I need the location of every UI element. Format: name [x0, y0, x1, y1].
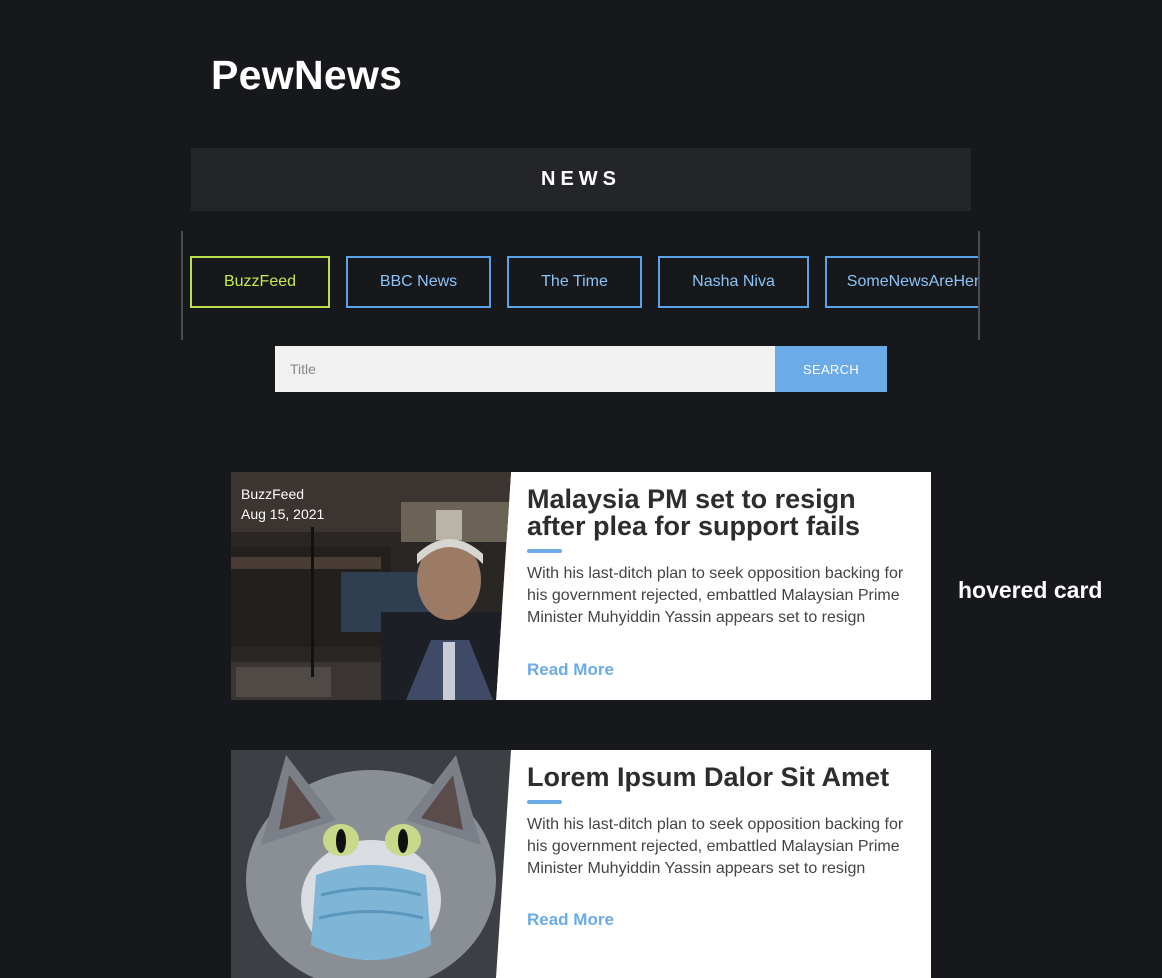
source-carousel[interactable]: BuzzFeed BBC News The Time Nasha Niva So… [181, 231, 980, 340]
news-card-image [231, 750, 511, 978]
news-card-summary: With his last-ditch plan to seek opposit… [527, 565, 904, 626]
news-card-title[interactable]: Malaysia PM set to resign after plea for… [527, 486, 917, 540]
news-card-date: Aug 15, 2021 [241, 506, 325, 522]
cat-with-mask-photo [231, 750, 511, 978]
news-card-title[interactable]: Lorem Ipsum Dalor Sit Amet [527, 764, 917, 791]
news-card[interactable]: Lorem Ipsum Dalor Sit Amet With his last… [231, 750, 931, 978]
news-card-image: BuzzFeed Aug 15, 2021 [231, 472, 511, 700]
hover-annotation: hovered card [958, 577, 1103, 603]
news-card-meta: BuzzFeed Aug 15, 2021 [241, 484, 324, 524]
search-bar: SEARCH [275, 346, 887, 392]
source-tab-the-time[interactable]: The Time [507, 256, 642, 308]
source-tab-nasha-niva[interactable]: Nasha Niva [658, 256, 809, 308]
title-underline [527, 549, 562, 553]
news-card-body: Malaysia PM set to resign after plea for… [527, 486, 917, 629]
news-card-source: BuzzFeed [241, 486, 305, 502]
site-logo[interactable]: PewNews [211, 52, 402, 99]
source-tab-somenewsarehere[interactable]: SomeNewsAreHere [825, 256, 978, 308]
news-card[interactable]: BuzzFeed Aug 15, 2021 Malaysia PM set to… [231, 472, 931, 700]
title-underline [527, 800, 562, 804]
source-tab-buzzfeed[interactable]: BuzzFeed [190, 256, 330, 308]
source-tab-bbc-news[interactable]: BBC News [346, 256, 491, 308]
search-button[interactable]: SEARCH [775, 346, 887, 392]
search-input[interactable] [275, 346, 775, 392]
read-more-link[interactable]: Read More [527, 910, 614, 930]
news-card-body: Lorem Ipsum Dalor Sit Amet With his last… [527, 764, 917, 880]
news-card-summary: With his last-ditch plan to seek opposit… [527, 816, 904, 877]
section-header: NEWS [191, 148, 971, 211]
read-more-link[interactable]: Read More [527, 660, 614, 680]
section-title: NEWS [541, 168, 621, 190]
